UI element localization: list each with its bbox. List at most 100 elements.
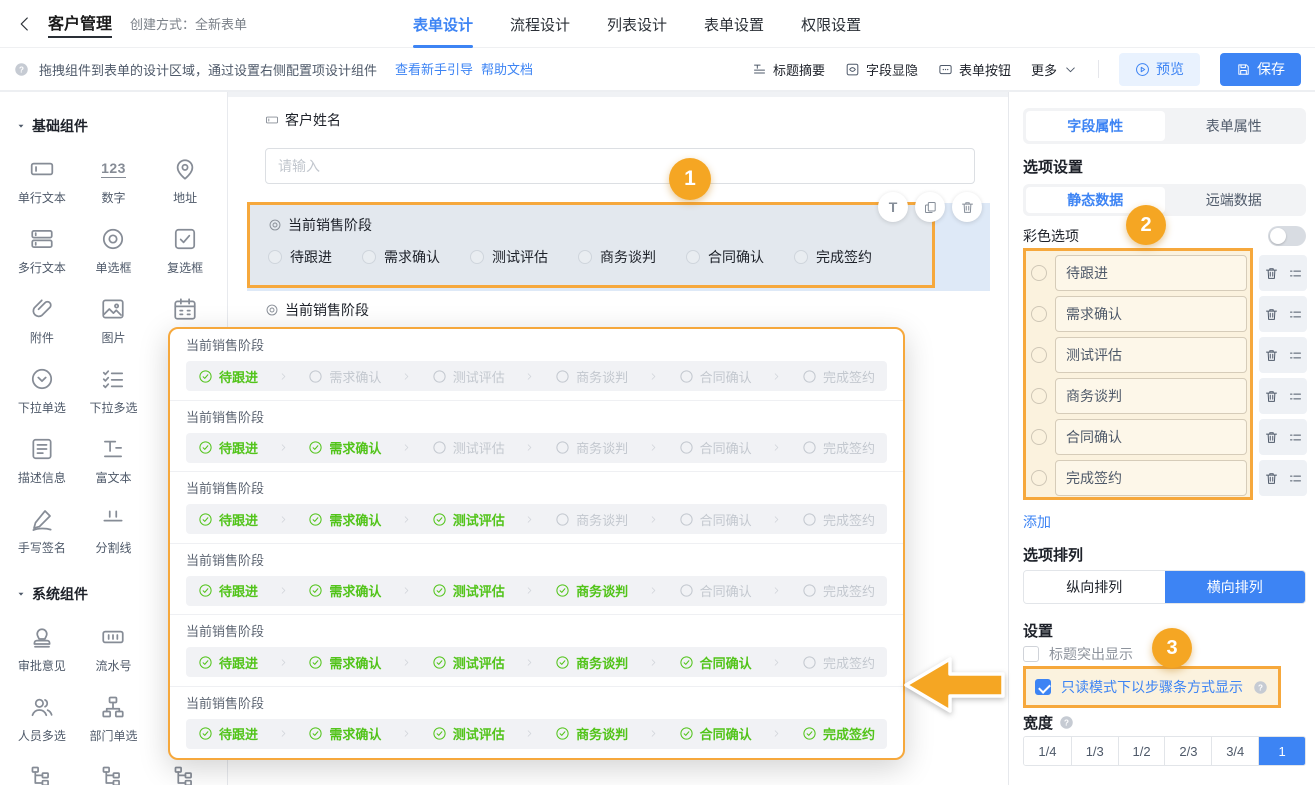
component-item[interactable]: 下拉多选 [78, 358, 150, 428]
width-option-1[interactable]: 1 [1258, 737, 1305, 765]
component-item[interactable]: 人员多选 [6, 686, 78, 756]
drag-handle-icon[interactable] [1288, 471, 1303, 486]
option-radio-icon[interactable] [1031, 470, 1047, 486]
stepbar: 待跟进需求确认测试评估商务谈判合同确认完成签约 [186, 647, 887, 677]
name-field-input[interactable] [265, 148, 975, 184]
delete-field-button[interactable] [952, 192, 982, 222]
copy-field-button[interactable] [915, 192, 945, 222]
stepbar-mode-label: 只读模式下以步骤条方式显示 [1061, 677, 1243, 697]
annotation-badge-3: 3 [1152, 628, 1192, 668]
toolbar-action-1[interactable]: 标题摘要 [752, 60, 825, 79]
component-item[interactable] [6, 756, 78, 785]
trash-icon[interactable] [1264, 348, 1279, 363]
add-option-link[interactable]: 添加 [1023, 512, 1051, 532]
stage-option[interactable]: 测试评估 [470, 247, 548, 267]
option-value-input[interactable] [1055, 337, 1247, 373]
department-icon [100, 694, 126, 720]
option-radio-icon[interactable] [1031, 388, 1047, 404]
data-source-tabs: 静态数据远端数据 [1023, 184, 1306, 216]
header-tab-2[interactable]: 流程设计 [510, 0, 570, 48]
component-item[interactable]: 123数字 [78, 148, 150, 218]
component-item[interactable]: 图片 [78, 288, 150, 358]
drag-handle-icon[interactable] [1288, 389, 1303, 404]
trash-icon[interactable] [1264, 471, 1279, 486]
width-option-1-3[interactable]: 1/3 [1071, 737, 1118, 765]
header-tab-5[interactable]: 权限设置 [801, 0, 861, 48]
step-item: 需求确认 [308, 510, 381, 529]
stepbar-mode-checkbox[interactable] [1035, 679, 1051, 695]
option-value-input[interactable] [1055, 296, 1247, 332]
option-value-input[interactable] [1055, 378, 1247, 414]
step-item: 需求确认 [308, 367, 381, 386]
component-item[interactable]: 富文本 [78, 428, 150, 498]
option-value-input[interactable] [1055, 255, 1247, 291]
toolbar-action-3[interactable]: 表单按钮 [938, 60, 1011, 79]
component-item[interactable]: 流水号 [78, 616, 150, 686]
component-item[interactable]: 单行文本 [6, 148, 78, 218]
width-option-2-3[interactable]: 2/3 [1164, 737, 1211, 765]
trash-icon[interactable] [1264, 307, 1279, 322]
drag-handle-icon[interactable] [1288, 348, 1303, 363]
component-item-label: 数字 [101, 189, 125, 206]
data-source-tab-2[interactable]: 远端数据 [1165, 187, 1304, 213]
option-radio-icon[interactable] [1031, 265, 1047, 281]
header-tab-4[interactable]: 表单设置 [704, 0, 764, 48]
component-item[interactable]: 附件 [6, 288, 78, 358]
drag-handle-icon[interactable] [1288, 307, 1303, 322]
help-link-1[interactable]: 查看新手引导 [395, 62, 473, 77]
toolbar-action-2[interactable]: 字段显隐 [845, 60, 918, 79]
help-link-2[interactable]: 帮助文档 [481, 62, 533, 77]
properties-tab-2[interactable]: 表单属性 [1165, 111, 1304, 141]
width-option-3-4[interactable]: 3/4 [1211, 737, 1258, 765]
stage-option[interactable]: 需求确认 [362, 247, 440, 267]
option-radio-icon[interactable] [1031, 347, 1047, 363]
stage-option[interactable]: 合同确认 [686, 247, 764, 267]
trash-icon[interactable] [1264, 430, 1279, 445]
stepbar: 待跟进需求确认测试评估商务谈判合同确认完成签约 [186, 361, 887, 391]
stage-option[interactable]: 完成签约 [794, 247, 872, 267]
preview-button[interactable]: 预览 [1119, 53, 1200, 86]
component-item[interactable]: 部门单选 [78, 686, 150, 756]
component-item[interactable] [78, 756, 150, 785]
help-circle-icon[interactable]: ? [1059, 715, 1074, 730]
component-item[interactable]: 多行文本 [6, 218, 78, 288]
component-item[interactable]: 描述信息 [6, 428, 78, 498]
width-option-1-4[interactable]: 1/4 [1024, 737, 1071, 765]
component-item[interactable]: 地址 [149, 148, 221, 218]
header-tab-1[interactable]: 表单设计 [413, 0, 473, 48]
stage-option[interactable]: 待跟进 [268, 247, 332, 267]
width-option-1-2[interactable]: 1/2 [1118, 737, 1165, 765]
drag-handle-icon[interactable] [1288, 430, 1303, 445]
save-button[interactable]: 保存 [1220, 53, 1301, 86]
arrangement-tab-1[interactable]: 纵向排列 [1024, 571, 1165, 603]
radio-circle-icon [362, 250, 376, 264]
trash-icon[interactable] [1264, 266, 1279, 281]
component-item[interactable]: 分割线 [78, 498, 150, 568]
selected-stage-field[interactable]: 当前销售阶段 待跟进需求确认测试评估商务谈判合同确认完成签约 [247, 202, 935, 288]
back-chevron-icon[interactable] [16, 15, 34, 33]
component-item[interactable]: 审批意见 [6, 616, 78, 686]
more-button[interactable]: 更多 [1031, 60, 1078, 79]
header-tab-3[interactable]: 列表设计 [607, 0, 667, 48]
option-value-input[interactable] [1055, 460, 1247, 496]
stage-option[interactable]: 商务谈判 [578, 247, 656, 267]
option-radio-icon[interactable] [1031, 429, 1047, 445]
option-value-input[interactable] [1055, 419, 1247, 455]
step-label: 商务谈判 [576, 367, 628, 386]
option-radio-icon[interactable] [1031, 306, 1047, 322]
drag-handle-icon[interactable] [1288, 266, 1303, 281]
color-option-toggle[interactable] [1268, 226, 1306, 246]
title-style-button[interactable]: T [878, 192, 908, 222]
component-item[interactable]: 手写签名 [6, 498, 78, 568]
toggle-knob [1270, 228, 1286, 244]
component-item[interactable]: 复选框 [149, 218, 221, 288]
stepbar-row-label: 当前销售阶段 [186, 410, 887, 425]
component-item[interactable] [149, 756, 221, 785]
help-circle-icon[interactable]: ? [1253, 680, 1268, 695]
component-item[interactable]: 单选框 [78, 218, 150, 288]
component-item[interactable]: 下拉单选 [6, 358, 78, 428]
trash-icon[interactable] [1264, 389, 1279, 404]
title-highlight-checkbox[interactable] [1023, 646, 1039, 662]
arrangement-tab-2[interactable]: 横向排列 [1165, 571, 1306, 603]
properties-tab-1[interactable]: 字段属性 [1026, 111, 1165, 141]
